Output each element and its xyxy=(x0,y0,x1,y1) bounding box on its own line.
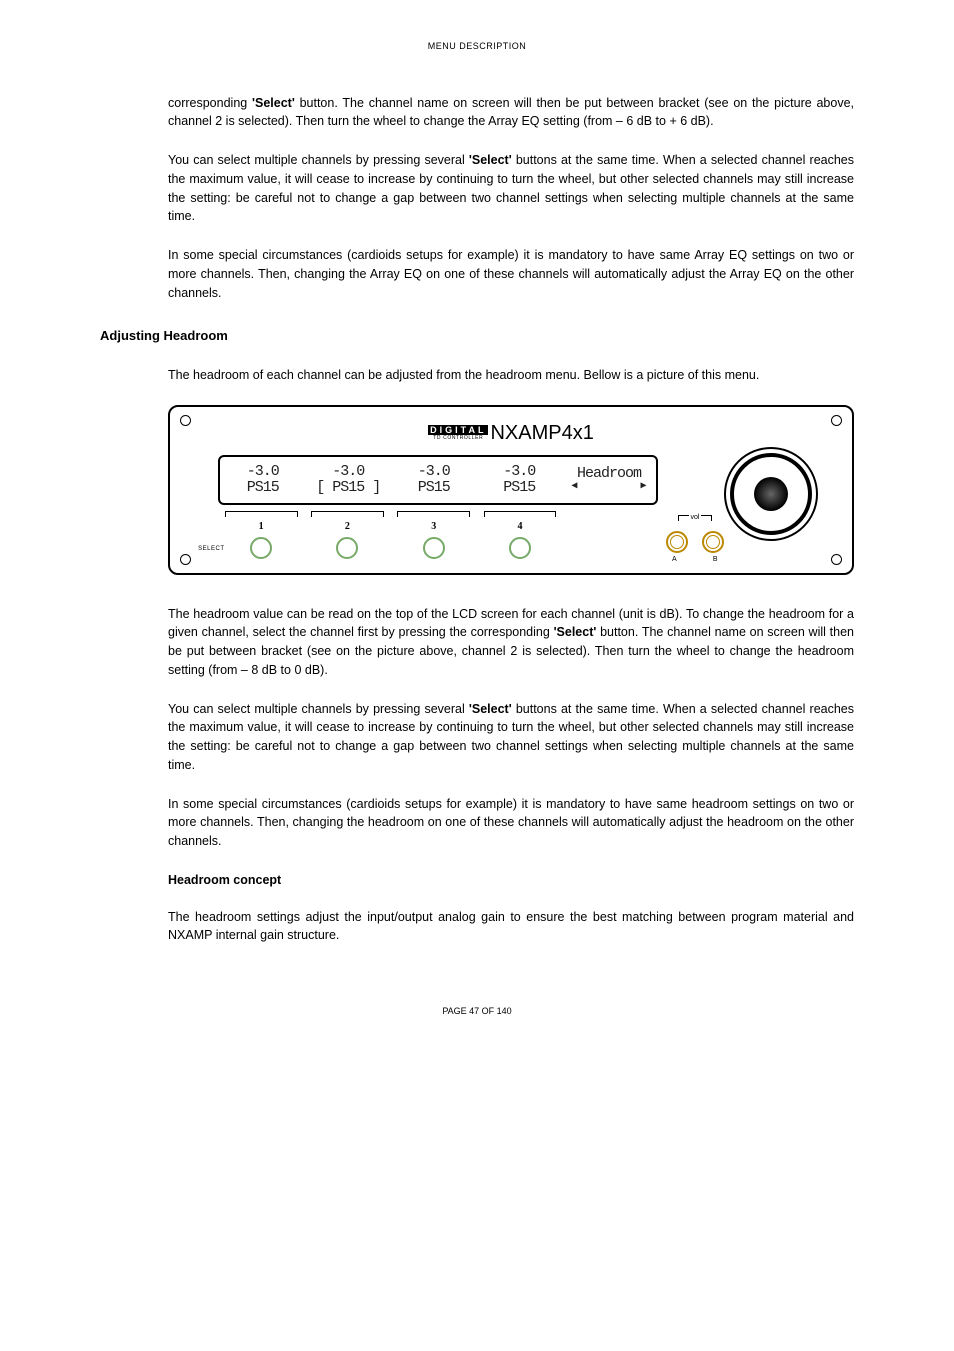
heading-headroom-concept: Headroom concept xyxy=(168,871,854,890)
screw-icon xyxy=(180,415,191,426)
p1-text-a: corresponding xyxy=(168,96,252,110)
channel-number-1: 1 xyxy=(218,519,304,534)
lcd-ch1-value: -3.0 xyxy=(247,464,279,480)
jog-wheel[interactable] xyxy=(724,447,818,541)
vol-letter-b: B xyxy=(713,555,718,566)
lcd-channel-4: -3.0 PS15 xyxy=(476,457,561,503)
paragraph-3: In some special circumstances (cardioids… xyxy=(168,246,854,302)
vol-button-a[interactable] xyxy=(666,531,688,553)
select-cell-4: 4 xyxy=(477,511,563,559)
lcd-channel-1: -3.0 PS15 xyxy=(220,457,305,503)
bracket-icon xyxy=(701,515,712,521)
lcd-channel-3: -3.0 PS15 xyxy=(391,457,476,503)
logo-text-sub: TD CONTROLLER xyxy=(428,435,488,441)
vol-button-b[interactable] xyxy=(702,531,724,553)
bracket-icon xyxy=(311,511,384,517)
select-button-2[interactable] xyxy=(336,537,358,559)
p1-bold: 'Select' xyxy=(252,96,295,110)
paragraph-2: You can select multiple channels by pres… xyxy=(168,151,854,226)
heading-adjusting-headroom: Adjusting Headroom xyxy=(100,326,854,346)
lcd-ch3-value: -3.0 xyxy=(418,464,450,480)
select-cell-1: 1 SELECT xyxy=(218,511,304,559)
screw-icon xyxy=(180,554,191,565)
device-top-row: DIGITAL TD CONTROLLER NXAMP4x1 xyxy=(184,415,838,451)
p2-text-a: You can select multiple channels by pres… xyxy=(168,153,469,167)
lcd-ch2-value: -3.0 xyxy=(332,464,364,480)
lcd-screen: -3.0 PS15 -3.0 [ PS15 ] -3.0 PS15 -3.0 P… xyxy=(218,455,658,505)
lcd-menu-text: Headroom xyxy=(577,466,641,482)
p2-bold: 'Select' xyxy=(469,153,512,167)
select-button-4[interactable] xyxy=(509,537,531,559)
bracket-icon xyxy=(225,511,298,517)
select-button-1[interactable]: SELECT xyxy=(250,537,272,559)
logo-text-top: DIGITAL xyxy=(428,425,488,435)
select-label: SELECT xyxy=(198,545,224,554)
lcd-ch3-name: PS15 xyxy=(418,480,450,496)
page-footer: PAGE 47 OF 140 xyxy=(100,1005,854,1019)
p6-text-a: You can select multiple channels by pres… xyxy=(168,702,469,716)
wheel-center-icon xyxy=(754,477,788,511)
brand-logo: DIGITAL TD CONTROLLER xyxy=(428,425,488,441)
select-button-3[interactable] xyxy=(423,537,445,559)
p6-bold: 'Select' xyxy=(469,702,512,716)
paragraph-6: You can select multiple channels by pres… xyxy=(168,700,854,775)
product-name: NXAMP4x1 xyxy=(490,418,593,448)
vol-label-row: vol xyxy=(660,513,730,524)
lcd-ch4-name: PS15 xyxy=(503,480,535,496)
lcd-arrows: ◀ ▶ xyxy=(571,482,646,493)
vol-letter-a: A xyxy=(672,555,677,566)
lcd-channel-2: -3.0 [ PS15 ] xyxy=(305,457,390,503)
paragraph-1: corresponding 'Select' button. The chann… xyxy=(168,94,854,132)
select-row: 1 SELECT 2 3 4 xyxy=(218,511,658,559)
lcd-ch4-value: -3.0 xyxy=(503,464,535,480)
channel-number-4: 4 xyxy=(477,519,563,534)
vol-label: vol xyxy=(691,513,700,524)
screw-icon xyxy=(831,554,842,565)
paragraph-4: The headroom of each channel can be adju… xyxy=(168,366,854,385)
select-cell-2: 2 xyxy=(304,511,390,559)
paragraph-5: The headroom value can be read on the to… xyxy=(168,605,854,680)
channel-number-3: 3 xyxy=(391,519,477,534)
bracket-icon xyxy=(678,515,689,521)
lcd-menu-title: Headroom ◀ ▶ xyxy=(562,457,656,503)
device-figure: DIGITAL TD CONTROLLER NXAMP4x1 -3.0 PS15… xyxy=(168,405,854,575)
knob-inner-icon xyxy=(706,535,720,549)
paragraph-8: The headroom settings adjust the input/o… xyxy=(168,908,854,946)
arrow-right-icon: ▶ xyxy=(641,482,647,493)
lcd-ch1-name: PS15 xyxy=(247,480,279,496)
screw-icon xyxy=(831,415,842,426)
arrow-left-icon: ◀ xyxy=(571,482,577,493)
channel-number-2: 2 xyxy=(304,519,390,534)
paragraph-7: In some special circumstances (cardioids… xyxy=(168,795,854,851)
page-header: MENU DESCRIPTION xyxy=(100,40,854,54)
select-cell-spacer xyxy=(563,511,658,559)
volume-cluster: vol A B xyxy=(660,513,730,566)
lcd-ch2-name: [ PS15 ] xyxy=(316,480,380,496)
p5-bold: 'Select' xyxy=(554,625,597,639)
select-cell-3: 3 xyxy=(391,511,477,559)
bracket-icon xyxy=(397,511,470,517)
device-panel: DIGITAL TD CONTROLLER NXAMP4x1 -3.0 PS15… xyxy=(168,405,854,575)
knob-inner-icon xyxy=(670,535,684,549)
bracket-icon xyxy=(484,511,557,517)
